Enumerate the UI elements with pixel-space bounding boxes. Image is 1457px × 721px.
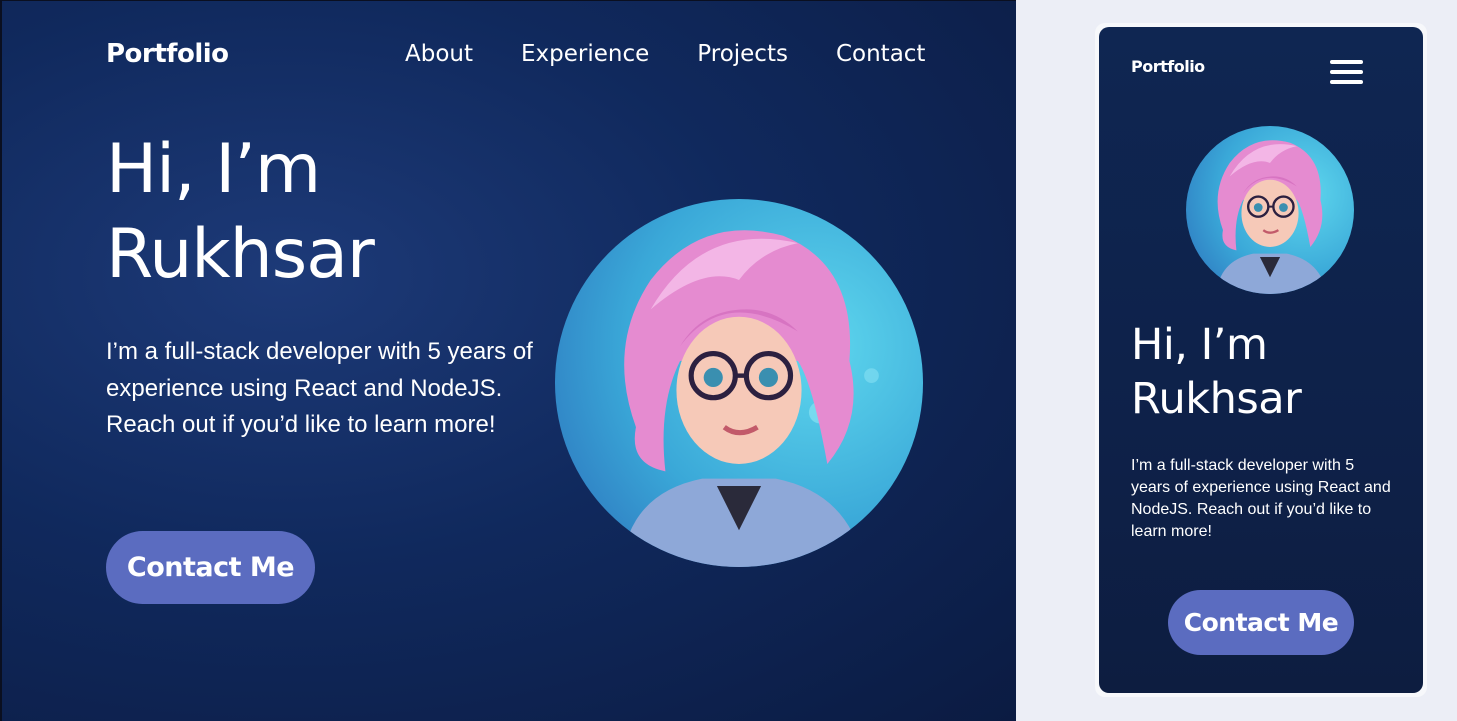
nav-experience[interactable]: Experience (521, 41, 649, 67)
logo[interactable]: Portfolio (106, 39, 229, 69)
hero-title-line2: Rukhsar (106, 215, 375, 294)
nav-contact[interactable]: Contact (836, 41, 925, 67)
mobile-avatar-illustration (1216, 140, 1328, 294)
nav-projects[interactable]: Projects (697, 41, 788, 67)
mobile-hero-title-line2: Rukhsar (1131, 374, 1302, 424)
desktop-view: Portfolio About Experience Projects Cont… (0, 0, 1016, 721)
profile-avatar (555, 199, 923, 567)
mobile-profile-avatar (1186, 126, 1354, 294)
mobile-contact-me-button[interactable]: Contact Me (1168, 590, 1354, 655)
mobile-hero-title-line1: Hi, I’m (1131, 320, 1268, 370)
hamburger-icon[interactable] (1330, 60, 1363, 84)
main-nav: About Experience Projects Contact (405, 41, 925, 67)
mobile-logo[interactable]: Portfolio (1131, 57, 1205, 76)
nav-about[interactable]: About (405, 41, 473, 67)
mobile-view: Portfolio Hi, I’m Rukhsar I’m a full-sta… (1099, 27, 1423, 693)
hero-description: I’m a full-stack developer with 5 years … (106, 338, 533, 438)
avatar-illustration (621, 230, 879, 567)
mobile-preview-frame: Portfolio Hi, I’m Rukhsar I’m a full-sta… (1095, 23, 1427, 697)
mobile-hero-title: Hi, I’m Rukhsar (1131, 318, 1302, 426)
hero-title: Hi, I’m Rukhsar (106, 127, 375, 297)
mobile-hero-description: I’m a full-stack developer with 5 years … (1131, 457, 1391, 540)
hero-title-line1: Hi, I’m (106, 130, 321, 209)
contact-me-button[interactable]: Contact Me (106, 531, 315, 604)
